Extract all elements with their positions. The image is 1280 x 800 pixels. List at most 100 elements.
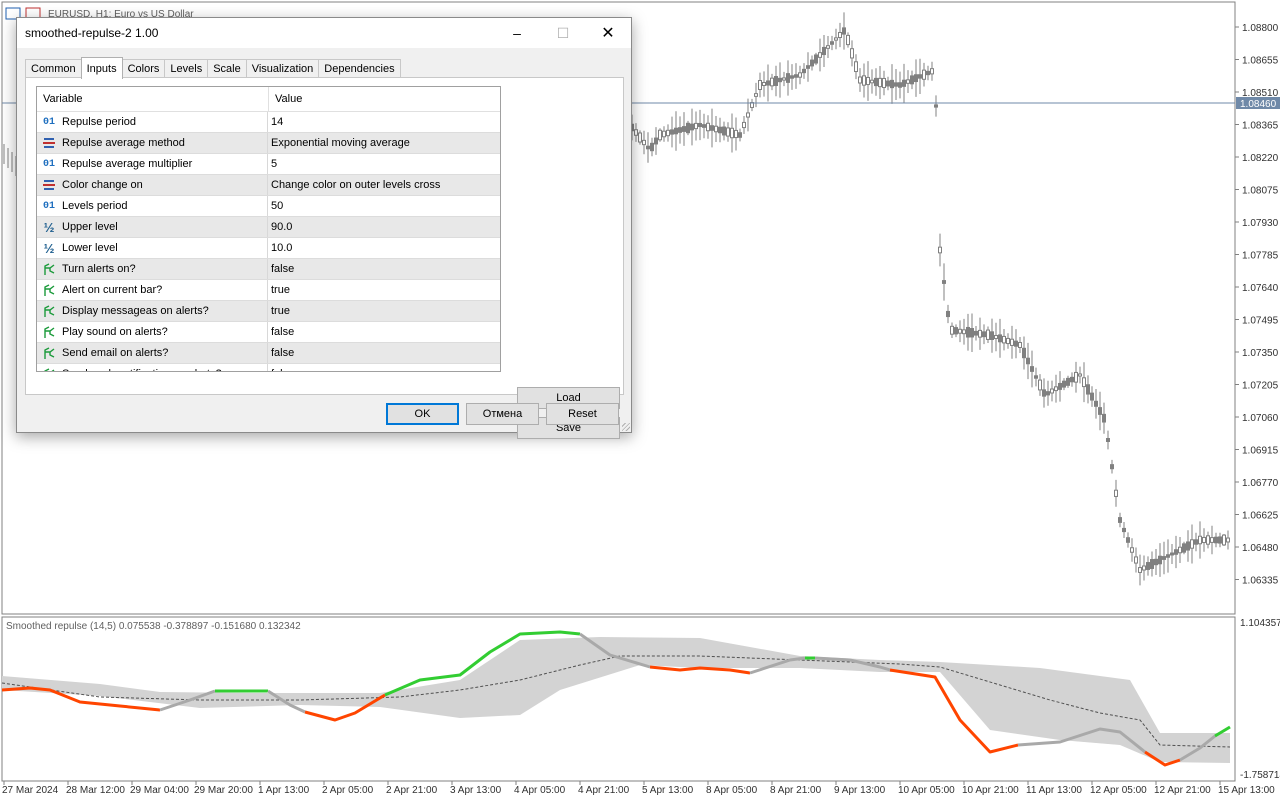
value-cell[interactable]: false — [268, 263, 294, 275]
candle-body — [1182, 543, 1186, 553]
column-header-variable[interactable]: Variable — [37, 87, 269, 111]
close-button[interactable]: ✕ — [585, 18, 631, 48]
tab-dependencies[interactable]: Dependencies — [318, 59, 401, 78]
value-cell[interactable]: Exponential moving average — [268, 137, 410, 149]
candle-body — [886, 80, 890, 87]
candle-body — [710, 125, 714, 131]
value-cell[interactable]: false — [268, 347, 294, 359]
time-tick-label: 8 Apr 21:00 — [770, 785, 822, 796]
price-tick-label: 1.07930 — [1242, 218, 1279, 229]
variable-cell: Display messageas on alerts? — [37, 301, 268, 321]
input-row[interactable]: Alert on current bar? true — [37, 280, 500, 301]
variable-cell: 01 Levels period — [37, 196, 268, 216]
dialog-titlebar[interactable]: smoothed-repulse-2 1.00 – ☐ ✕ — [17, 18, 631, 48]
candle-body — [1170, 552, 1174, 556]
value-cell[interactable]: 10.0 — [268, 242, 292, 254]
candle-body — [706, 122, 710, 132]
candle-body — [782, 77, 786, 81]
value-cell[interactable]: false — [268, 326, 294, 338]
price-tick-label: 1.07205 — [1242, 381, 1279, 392]
time-tick-label: 1 Apr 13:00 — [258, 785, 310, 796]
price-tick-label: 1.07350 — [1242, 348, 1279, 359]
candle-body — [902, 79, 906, 87]
candle-body — [1058, 382, 1062, 390]
time-tick-label: 12 Apr 21:00 — [1154, 785, 1211, 796]
tab-visualization[interactable]: Visualization — [245, 59, 320, 78]
candle-body — [754, 93, 758, 97]
candle-body — [1054, 386, 1058, 392]
reset-button[interactable]: Reset — [546, 403, 619, 425]
candle-body — [878, 77, 882, 88]
double-icon: ½ — [43, 219, 55, 235]
time-tick-label: 5 Apr 13:00 — [642, 785, 694, 796]
value-cell[interactable]: 5 — [268, 158, 277, 170]
int-icon: 01 — [42, 116, 55, 128]
value-cell[interactable]: true — [268, 305, 290, 317]
input-row[interactable]: ½ Upper level 90.0 — [37, 217, 500, 238]
input-row[interactable]: Send email on alerts? false — [37, 343, 500, 364]
candle-body — [1038, 379, 1042, 391]
value-cell[interactable]: Change color on outer levels cross — [268, 179, 440, 191]
input-row[interactable]: Send push notification on alerts? false — [37, 364, 500, 371]
value-cell[interactable]: false — [268, 368, 294, 371]
bool-icon — [41, 325, 57, 339]
price-tick-label: 1.06480 — [1242, 543, 1279, 554]
candle-body — [978, 329, 982, 338]
tab-levels[interactable]: Levels — [164, 59, 209, 78]
candle-body — [990, 331, 994, 340]
candle-body — [1074, 371, 1078, 383]
candle-body — [1086, 384, 1090, 395]
indicator-label: Smoothed repulse (14,5) 0.075538 -0.3788… — [6, 621, 301, 632]
input-row[interactable]: Turn alerts on? false — [37, 259, 500, 280]
candle-body — [1098, 407, 1102, 415]
input-row[interactable]: Display messageas on alerts? true — [37, 301, 500, 322]
candle-body — [790, 75, 794, 79]
price-tick-label: 1.06770 — [1242, 478, 1279, 489]
candle-body — [690, 123, 694, 131]
candle-body — [1010, 338, 1014, 346]
candle-body — [762, 81, 766, 87]
candle-body — [958, 328, 962, 334]
candle-body — [926, 70, 930, 76]
candle-body — [730, 127, 734, 139]
candle-body — [954, 327, 958, 335]
variable-label: Display messageas on alerts? — [62, 305, 209, 317]
candle-body — [802, 68, 806, 74]
candle-body — [1022, 347, 1026, 359]
time-tick-label: 27 Mar 2024 — [2, 785, 59, 796]
input-row[interactable]: Play sound on alerts? false — [37, 322, 500, 343]
input-row[interactable]: Repulse average method Exponential moving… — [37, 133, 500, 154]
value-cell[interactable]: 50 — [268, 200, 283, 212]
input-row[interactable]: ½ Lower level 10.0 — [37, 238, 500, 259]
variable-label: Send push notification on alerts? — [62, 368, 222, 371]
candle-body — [1142, 565, 1146, 571]
tab-inputs[interactable]: Inputs — [80, 57, 123, 79]
candle-body — [1126, 537, 1130, 543]
candle-body — [930, 68, 934, 75]
indicator-max-label: 1.104357 — [1240, 618, 1280, 629]
variable-cell: Repulse average method — [37, 133, 268, 153]
value-cell[interactable]: 14 — [268, 116, 283, 128]
input-row[interactable]: Color change on Change color on outer lev… — [37, 175, 500, 196]
column-header-value[interactable]: Value — [269, 87, 302, 111]
ok-button[interactable]: OK — [386, 403, 459, 425]
candle-body — [1146, 562, 1150, 570]
tab-scale[interactable]: Scale — [207, 59, 247, 78]
candle-body — [798, 72, 802, 78]
value-cell[interactable]: 90.0 — [268, 221, 292, 233]
input-row[interactable]: 01 Levels period 50 — [37, 196, 500, 217]
resize-grip[interactable] — [622, 423, 630, 431]
cancel-button[interactable]: Отмена — [466, 403, 539, 425]
variable-label: Turn alerts on? — [62, 263, 136, 275]
tab-common[interactable]: Common — [25, 59, 82, 78]
candle-body — [846, 34, 850, 46]
candle-body — [766, 80, 770, 86]
input-row[interactable]: 01 Repulse average multiplier 5 — [37, 154, 500, 175]
value-cell[interactable]: true — [268, 284, 290, 296]
candle-body — [966, 326, 970, 338]
tab-colors[interactable]: Colors — [121, 59, 166, 78]
variable-cell: Turn alerts on? — [37, 259, 268, 279]
input-row[interactable]: 01 Repulse period 14 — [37, 112, 500, 133]
minimize-button[interactable]: – — [494, 18, 540, 48]
candle-body — [682, 126, 686, 132]
